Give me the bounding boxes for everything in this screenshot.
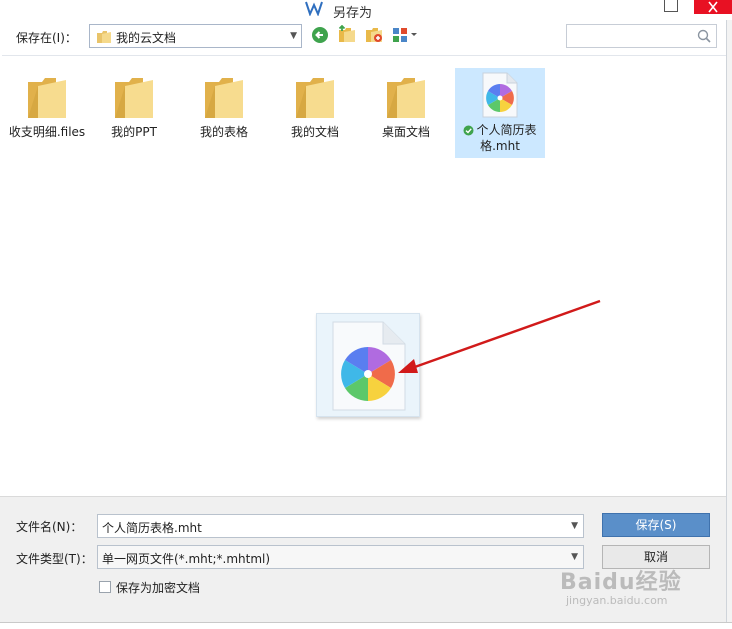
folder-item[interactable]: 我的文档 xyxy=(270,68,360,158)
filetype-label: 文件类型(T)： xyxy=(16,552,93,566)
folder-icon xyxy=(115,78,153,118)
location-dropdown[interactable]: 我的云文档 ▼ xyxy=(89,24,302,48)
location-text: 我的云文档 xyxy=(116,31,177,45)
encrypt-label: 保存为加密文档 xyxy=(116,581,201,595)
folder-item[interactable]: 我的PPT xyxy=(89,68,179,158)
new-folder-icon[interactable] xyxy=(364,25,384,45)
search-input[interactable] xyxy=(569,27,693,47)
encrypt-checkbox[interactable] xyxy=(99,581,111,593)
folder-icon xyxy=(296,78,334,118)
mht-file-item[interactable]: 个人简历表格.mht xyxy=(455,68,545,158)
search-box[interactable] xyxy=(566,24,717,48)
filename-input[interactable]: 个人简历表格.mht ▼ xyxy=(97,514,584,538)
file-name-text: 个人简历表格.mht xyxy=(476,123,537,153)
file-name: 桌面文档 xyxy=(381,125,430,139)
folder-icon xyxy=(97,31,111,43)
watermark-text: Baidu经验 xyxy=(560,570,682,595)
folder-icon xyxy=(205,78,243,118)
file-name: 我的文档 xyxy=(290,125,339,139)
chevron-down-icon: ▼ xyxy=(290,31,297,41)
back-icon[interactable] xyxy=(310,25,330,45)
up-folder-icon[interactable] xyxy=(337,25,357,45)
filename-label: 文件名(N)： xyxy=(16,520,83,534)
folder-icon xyxy=(387,78,425,118)
mht-file-icon xyxy=(482,72,518,118)
file-list[interactable]: 收支明细.files 我的PPT 我的表格 我的文档 桌面文档 个人简历表格.m… xyxy=(2,55,726,496)
maximize-button[interactable] xyxy=(664,0,678,12)
search-icon[interactable] xyxy=(697,29,711,43)
wps-writer-icon xyxy=(305,1,323,16)
folder-item[interactable]: 桌面文档 xyxy=(361,68,451,158)
file-name: 我的PPT xyxy=(111,125,157,139)
folder-item[interactable]: 收支明细.files xyxy=(2,68,92,158)
save-button[interactable]: 保存(S) xyxy=(602,513,710,537)
annotation-arrow xyxy=(398,299,601,373)
folder-icon xyxy=(28,78,66,118)
filetype-dropdown[interactable]: 单一网页文件(*.mht;*.mhtml) ▼ xyxy=(97,545,584,569)
chevron-down-icon[interactable]: ▼ xyxy=(571,552,578,562)
filename-value: 个人简历表格.mht xyxy=(102,521,202,535)
dialog-footer: 文件名(N)： 个人简历表格.mht ▼ 文件类型(T)： 单一网页文件(*.m… xyxy=(0,496,726,629)
file-name: 个人简历表格.mht xyxy=(455,122,545,154)
file-name: 我的表格 xyxy=(199,125,248,139)
filetype-value: 单一网页文件(*.mht;*.mhtml) xyxy=(102,552,271,566)
file-name: 收支明细.files xyxy=(8,125,86,139)
background-window-edge xyxy=(726,20,732,628)
close-icon xyxy=(708,1,718,13)
title-bar: 另存为 xyxy=(0,0,732,21)
close-button[interactable] xyxy=(694,0,732,14)
window-title: 另存为 xyxy=(333,6,373,21)
view-menu-icon[interactable] xyxy=(392,25,420,45)
sync-check-icon xyxy=(463,125,474,136)
chevron-down-icon[interactable]: ▼ xyxy=(571,521,578,531)
watermark-url: jingyan.baidu.com xyxy=(566,594,668,607)
save-in-label: 保存在(I)： xyxy=(16,31,77,45)
folder-item[interactable]: 我的表格 xyxy=(179,68,269,158)
watermark: Baidu经验 jingyan.baidu.com xyxy=(560,564,682,607)
